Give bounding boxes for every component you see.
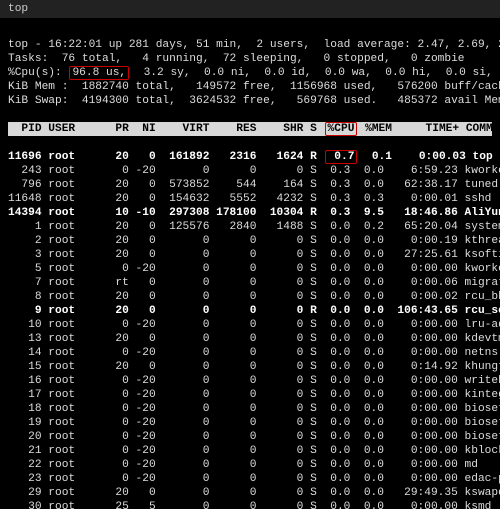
process-row: 3 root 20 0 0 0 0 S 0.0 0.0 27:25.61 kso… bbox=[8, 249, 500, 261]
cpu-col-highlight: %CPU bbox=[325, 122, 358, 136]
process-row: 243 root 0 -20 0 0 0 S 0.3 0.0 6:59.23 k… bbox=[8, 165, 500, 177]
process-row: 7 root rt 0 0 0 0 S 0.0 0.0 0:00.06 migr… bbox=[8, 277, 500, 289]
process-row: 796 root 20 0 573852 544 164 S 0.3 0.0 6… bbox=[8, 179, 498, 191]
process-row: 21 root 0 -20 0 0 0 S 0.0 0.0 0:00.00 kb… bbox=[8, 445, 500, 457]
summary-swap: KiB Swap: 4194300 total, 3624532 free, 5… bbox=[8, 95, 500, 107]
process-row: 13 root 20 0 0 0 0 S 0.0 0.0 0:00.00 kde… bbox=[8, 333, 500, 345]
process-row: 16 root 0 -20 0 0 0 S 0.0 0.0 0:00.00 wr… bbox=[8, 375, 500, 387]
process-row: 15 root 20 0 0 0 0 S 0.0 0.0 0:14.92 khu… bbox=[8, 361, 500, 373]
cpu-us-highlight: 96.8 us, bbox=[69, 66, 129, 80]
process-row: 30 root 25 5 0 0 0 S 0.0 0.0 0:00.00 ksm… bbox=[8, 501, 491, 509]
process-row: 14394 root 10 -10 297308 178100 10304 R … bbox=[8, 207, 500, 219]
summary-tasks: Tasks: 76 total, 4 running, 72 sleeping,… bbox=[8, 53, 465, 65]
process-row: 8 root 20 0 0 0 0 S 0.0 0.0 0:00.02 rcu_… bbox=[8, 291, 500, 303]
window-titlebar: top bbox=[0, 0, 500, 18]
process-row: 1 root 20 0 125576 2840 1488 S 0.0 0.2 6… bbox=[8, 221, 500, 233]
summary-uptime: top - 16:22:01 up 281 days, 51 min, 2 us… bbox=[8, 39, 500, 51]
process-row: 5 root 0 -20 0 0 0 S 0.0 0.0 0:00.00 kwo… bbox=[8, 263, 500, 275]
terminal-output: top - 16:22:01 up 281 days, 51 min, 2 us… bbox=[0, 18, 500, 509]
process-table-body: 11696 root 20 0 161892 2316 1624 R 0.7 0… bbox=[8, 150, 492, 509]
process-row: 11696 root 20 0 161892 2316 1624 R 0.7 0… bbox=[8, 151, 493, 163]
cpu-cell-highlight: 0.7 bbox=[325, 150, 358, 164]
process-row: 20 root 0 -20 0 0 0 S 0.0 0.0 0:00.00 bi… bbox=[8, 431, 500, 443]
process-row: 29 root 20 0 0 0 0 S 0.0 0.0 29:49.35 ks… bbox=[8, 487, 500, 499]
summary-cpu: %Cpu(s): 96.8 us, 3.2 sy, 0.0 ni, 0.0 id… bbox=[8, 67, 500, 79]
process-row: 14 root 0 -20 0 0 0 S 0.0 0.0 0:00.00 ne… bbox=[8, 347, 498, 359]
process-row: 22 root 0 -20 0 0 0 S 0.0 0.0 0:00.00 md bbox=[8, 459, 478, 471]
process-row: 18 root 0 -20 0 0 0 S 0.0 0.0 0:00.00 bi… bbox=[8, 403, 500, 415]
process-row: 19 root 0 -20 0 0 0 S 0.0 0.0 0:00.00 bi… bbox=[8, 417, 500, 429]
process-row: 10 root 0 -20 0 0 0 S 0.0 0.0 0:00.00 lr… bbox=[8, 319, 500, 331]
process-row: 11648 root 20 0 154632 5552 4232 S 0.3 0… bbox=[8, 193, 491, 205]
process-row: 2 root 20 0 0 0 0 S 0.0 0.0 0:00.19 kthr… bbox=[8, 235, 500, 247]
process-table-header: PID USER PR NI VIRT RES SHR S %CPU %MEM … bbox=[8, 122, 492, 136]
summary-mem: KiB Mem : 1882740 total, 149572 free, 11… bbox=[8, 81, 500, 93]
process-row: 9 root 20 0 0 0 0 R 0.0 0.0 106:43.65 rc… bbox=[8, 305, 500, 317]
process-row: 23 root 0 -20 0 0 0 S 0.0 0.0 0:00.00 ed… bbox=[8, 473, 500, 485]
process-row: 17 root 0 -20 0 0 0 S 0.0 0.0 0:00.00 ki… bbox=[8, 389, 500, 401]
